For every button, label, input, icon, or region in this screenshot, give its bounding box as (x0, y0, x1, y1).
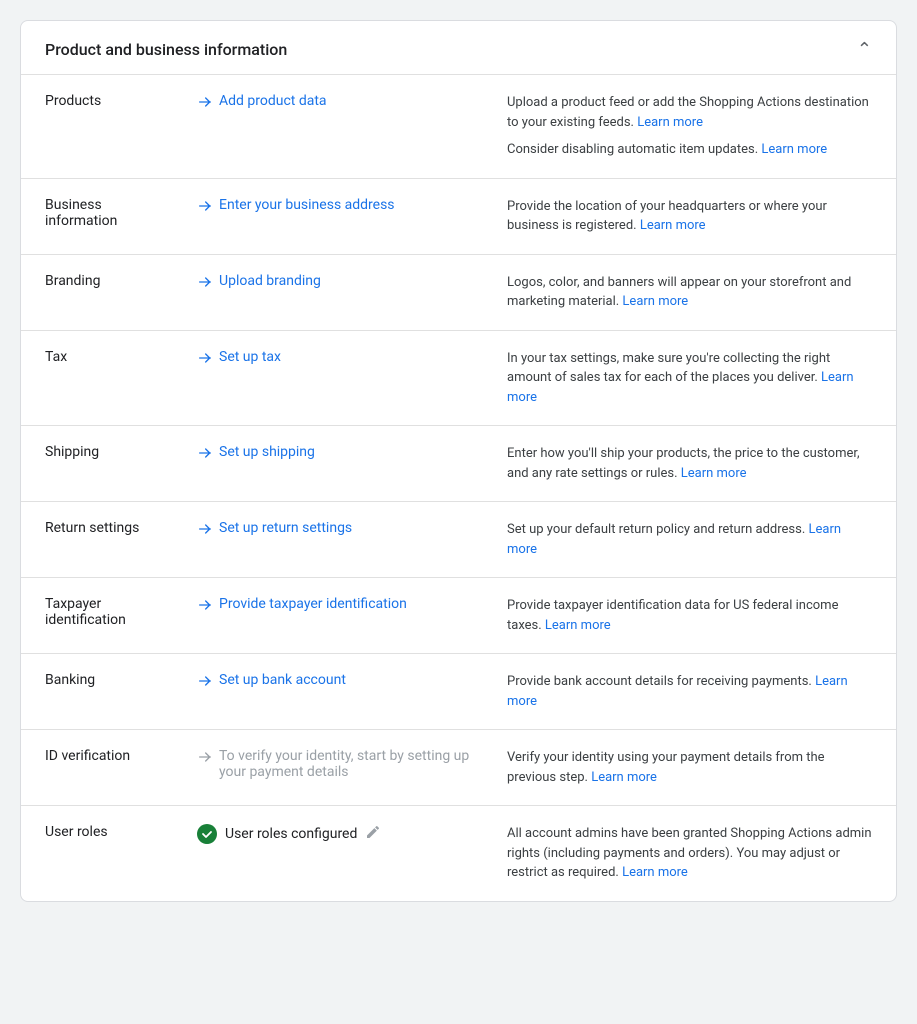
table-row-user-roles: User roles User roles configured All acc… (21, 806, 896, 901)
learn-more-link-return-settings-0[interactable]: Learn more (507, 522, 841, 557)
action-cell-branding: Upload branding (181, 254, 491, 330)
arrow-icon (197, 521, 213, 541)
arrow-icon (197, 597, 213, 617)
card-header: Product and business information ⌃ (21, 21, 896, 75)
action-cell-id-verification: To verify your identity, start by settin… (181, 730, 491, 806)
label-branding: Branding (21, 254, 181, 330)
label-tax: Tax (21, 330, 181, 426)
desc-para-products-1: Consider disabling automatic item update… (507, 140, 872, 160)
description-cell-products: Upload a product feed or add the Shoppin… (491, 75, 896, 178)
action-link-banking[interactable]: Set up bank account (197, 672, 475, 693)
action-link-taxpayer-identification[interactable]: Provide taxpayer identification (197, 596, 475, 617)
action-link-shipping[interactable]: Set up shipping (197, 444, 475, 465)
learn-more-link-branding-0[interactable]: Learn more (622, 294, 688, 309)
label-banking: Banking (21, 654, 181, 730)
action-cell-return-settings: Set up return settings (181, 502, 491, 578)
product-business-info-card: Product and business information ⌃ Produ… (20, 20, 897, 902)
description-cell-id-verification: Verify your identity using your payment … (491, 730, 896, 806)
table-row-taxpayer-identification: Taxpayer identification Provide taxpayer… (21, 578, 896, 654)
action-text-taxpayer-identification: Provide taxpayer identification (219, 596, 407, 612)
desc-para-taxpayer-identification-0: Provide taxpayer identification data for… (507, 596, 872, 635)
description-cell-banking: Provide bank account details for receivi… (491, 654, 896, 730)
configured-label-user-roles: User roles configured (225, 826, 357, 842)
learn-more-link-products-1[interactable]: Learn more (761, 142, 827, 157)
desc-para-return-settings-0: Set up your default return policy and re… (507, 520, 872, 559)
learn-more-link-business-information-0[interactable]: Learn more (640, 218, 706, 233)
arrow-icon (197, 198, 213, 218)
label-user-roles: User roles (21, 806, 181, 901)
desc-para-shipping-0: Enter how you'll ship your products, the… (507, 444, 872, 483)
action-cell-taxpayer-identification: Provide taxpayer identification (181, 578, 491, 654)
action-link-tax[interactable]: Set up tax (197, 349, 475, 370)
desc-para-tax-0: In your tax settings, make sure you're c… (507, 349, 872, 408)
desc-para-products-0: Upload a product feed or add the Shoppin… (507, 93, 872, 132)
arrow-icon (197, 274, 213, 294)
action-cell-user-roles: User roles configured (181, 806, 491, 901)
action-link-return-settings[interactable]: Set up return settings (197, 520, 475, 541)
action-cell-tax: Set up tax (181, 330, 491, 426)
action-link-id-verification: To verify your identity, start by settin… (197, 748, 475, 780)
action-cell-products: Add product data (181, 75, 491, 178)
action-text-shipping: Set up shipping (219, 444, 315, 460)
learn-more-link-tax-0[interactable]: Learn more (507, 370, 854, 405)
action-link-business-information[interactable]: Enter your business address (197, 197, 475, 218)
arrow-icon (197, 94, 213, 114)
action-text-branding: Upload branding (219, 273, 321, 289)
label-products: Products (21, 75, 181, 178)
desc-para-id-verification-0: Verify your identity using your payment … (507, 748, 872, 787)
label-business-information: Business information (21, 178, 181, 254)
table-row-branding: Branding Upload branding Logos, color, an… (21, 254, 896, 330)
collapse-icon[interactable]: ⌃ (857, 39, 872, 60)
check-circle-icon (197, 824, 217, 844)
table-row-tax: Tax Set up tax In your tax settings, make… (21, 330, 896, 426)
rows-table: Products Add product data Upload a produc… (21, 75, 896, 901)
learn-more-link-shipping-0[interactable]: Learn more (681, 466, 747, 481)
arrow-icon (197, 749, 213, 769)
label-shipping: Shipping (21, 426, 181, 502)
label-return-settings: Return settings (21, 502, 181, 578)
action-cell-banking: Set up bank account (181, 654, 491, 730)
desc-para-business-information-0: Provide the location of your headquarter… (507, 197, 872, 236)
description-cell-branding: Logos, color, and banners will appear on… (491, 254, 896, 330)
desc-para-user-roles-0: All account admins have been granted Sho… (507, 824, 872, 883)
action-link-products[interactable]: Add product data (197, 93, 475, 114)
action-text-tax: Set up tax (219, 349, 281, 365)
action-link-branding[interactable]: Upload branding (197, 273, 475, 294)
table-row-return-settings: Return settings Set up return settings Se… (21, 502, 896, 578)
learn-more-link-user-roles-0[interactable]: Learn more (622, 865, 688, 880)
action-text-id-verification: To verify your identity, start by settin… (219, 748, 475, 780)
table-row-products: Products Add product data Upload a produc… (21, 75, 896, 178)
configured-row-user-roles: User roles configured (197, 824, 475, 844)
desc-para-banking-0: Provide bank account details for receivi… (507, 672, 872, 711)
learn-more-link-taxpayer-identification-0[interactable]: Learn more (545, 618, 611, 633)
table-row-banking: Banking Set up bank account Provide bank … (21, 654, 896, 730)
label-id-verification: ID verification (21, 730, 181, 806)
action-text-banking: Set up bank account (219, 672, 346, 688)
learn-more-link-id-verification-0[interactable]: Learn more (591, 770, 657, 785)
description-cell-tax: In your tax settings, make sure you're c… (491, 330, 896, 426)
action-text-products: Add product data (219, 93, 327, 109)
table-row-id-verification: ID verification To verify your identity,… (21, 730, 896, 806)
learn-more-link-banking-0[interactable]: Learn more (507, 674, 848, 709)
arrow-icon (197, 350, 213, 370)
edit-icon[interactable] (365, 824, 381, 844)
card-title: Product and business information (45, 40, 287, 59)
label-taxpayer-identification: Taxpayer identification (21, 578, 181, 654)
description-cell-business-information: Provide the location of your headquarter… (491, 178, 896, 254)
arrow-icon (197, 445, 213, 465)
learn-more-link-products-0[interactable]: Learn more (637, 115, 703, 130)
desc-para-branding-0: Logos, color, and banners will appear on… (507, 273, 872, 312)
arrow-icon (197, 673, 213, 693)
description-cell-return-settings: Set up your default return policy and re… (491, 502, 896, 578)
action-text-business-information: Enter your business address (219, 197, 395, 213)
action-cell-business-information: Enter your business address (181, 178, 491, 254)
description-cell-user-roles: All account admins have been granted Sho… (491, 806, 896, 901)
table-row-shipping: Shipping Set up shipping Enter how you'll… (21, 426, 896, 502)
action-text-return-settings: Set up return settings (219, 520, 352, 536)
table-row-business-information: Business information Enter your business… (21, 178, 896, 254)
description-cell-shipping: Enter how you'll ship your products, the… (491, 426, 896, 502)
description-cell-taxpayer-identification: Provide taxpayer identification data for… (491, 578, 896, 654)
action-cell-shipping: Set up shipping (181, 426, 491, 502)
